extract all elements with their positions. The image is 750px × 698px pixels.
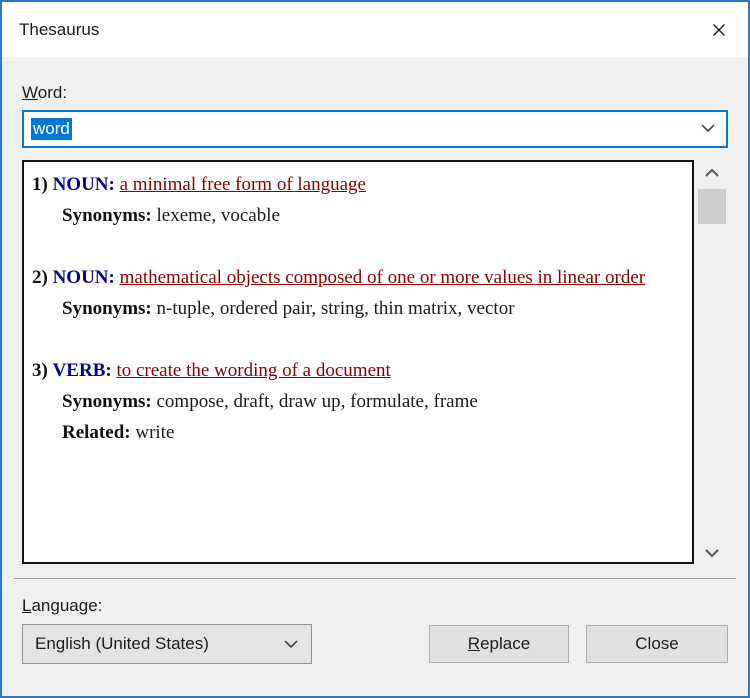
chevron-down-icon — [701, 124, 715, 133]
dialog-body: Word: word 1) NOUN: a minimal free form … — [2, 57, 748, 664]
detail-text: write — [135, 422, 175, 443]
entry-head: 2) NOUN: mathematical objects composed o… — [32, 262, 684, 293]
detail-text: lexeme, vocable — [156, 205, 280, 226]
language-select-value: English (United States) — [35, 634, 209, 653]
definition-link[interactable]: mathematical objects composed of one or … — [120, 267, 645, 288]
scrollbar-thumb[interactable] — [698, 189, 726, 224]
detail-label: Synonyms: — [62, 298, 152, 319]
detail-text: compose, draft, draw up, formulate, fram… — [156, 391, 478, 412]
detail-label: Synonyms: — [62, 391, 152, 412]
detail-text: n-tuple, ordered pair, string, thin matr… — [156, 298, 515, 319]
scroll-down-button[interactable] — [698, 544, 726, 562]
language-label: Language: — [22, 596, 103, 615]
definition-list: 1) NOUN: a minimal free form of language… — [22, 160, 694, 564]
thesaurus-entry: 1) NOUN: a minimal free form of language… — [32, 169, 684, 231]
word-input[interactable]: word — [22, 110, 728, 148]
chevron-down-icon — [284, 640, 298, 649]
close-icon — [713, 23, 725, 36]
entry-number: 1) — [32, 174, 48, 195]
results-area: 1) NOUN: a minimal free form of language… — [22, 160, 728, 564]
close-window-button[interactable] — [704, 15, 734, 45]
definition-link[interactable]: to create the wording of a document — [116, 360, 390, 381]
entry-details: Synonyms: n-tuple, ordered pair, string,… — [32, 293, 684, 324]
entry-details: Synonyms: lexeme, vocable — [32, 200, 684, 231]
language-dropdown-button[interactable] — [283, 634, 299, 654]
window-title: Thesaurus — [19, 19, 100, 39]
bottom-controls: English (United States) Replace Close — [22, 624, 728, 664]
detail-label: Synonyms: — [62, 205, 152, 226]
word-label: Word: — [22, 83, 68, 102]
entry-detail-line: Synonyms: lexeme, vocable — [62, 200, 684, 231]
entry-head: 1) NOUN: a minimal free form of language — [32, 169, 684, 200]
entry-details: Synonyms: compose, draft, draw up, formu… — [32, 386, 684, 448]
close-button[interactable]: Close — [586, 625, 728, 663]
chevron-up-icon — [705, 168, 719, 177]
section-divider — [14, 578, 736, 580]
replace-button[interactable]: Replace — [429, 625, 569, 663]
entry-head: 3) VERB: to create the wording of a docu… — [32, 355, 684, 386]
language-select[interactable]: English (United States) — [22, 624, 312, 664]
entry-detail-line: Synonyms: compose, draft, draw up, formu… — [62, 386, 684, 417]
entry-pos: NOUN: — [52, 267, 115, 288]
chevron-down-icon — [705, 549, 719, 558]
entry-number: 2) — [32, 267, 48, 288]
thesaurus-entry: 2) NOUN: mathematical objects composed o… — [32, 262, 684, 324]
word-input-selected-text: word — [31, 118, 72, 140]
word-dropdown-button[interactable] — [700, 120, 716, 138]
title-bar: Thesaurus — [2, 2, 748, 57]
detail-label: Related: — [62, 422, 131, 443]
entry-detail-line: Synonyms: n-tuple, ordered pair, string,… — [62, 293, 684, 324]
entry-pos: VERB: — [52, 360, 112, 381]
entry-pos: NOUN: — [52, 174, 115, 195]
results-scrollbar[interactable] — [698, 160, 726, 564]
thesaurus-dialog: Thesaurus Word: word 1) NOUN: a minimal … — [0, 0, 750, 698]
entry-number: 3) — [32, 360, 48, 381]
definition-link[interactable]: a minimal free form of language — [120, 174, 366, 195]
thesaurus-entry: 3) VERB: to create the wording of a docu… — [32, 355, 684, 448]
entry-detail-line: Related: write — [62, 417, 684, 448]
scroll-up-button[interactable] — [698, 164, 726, 182]
